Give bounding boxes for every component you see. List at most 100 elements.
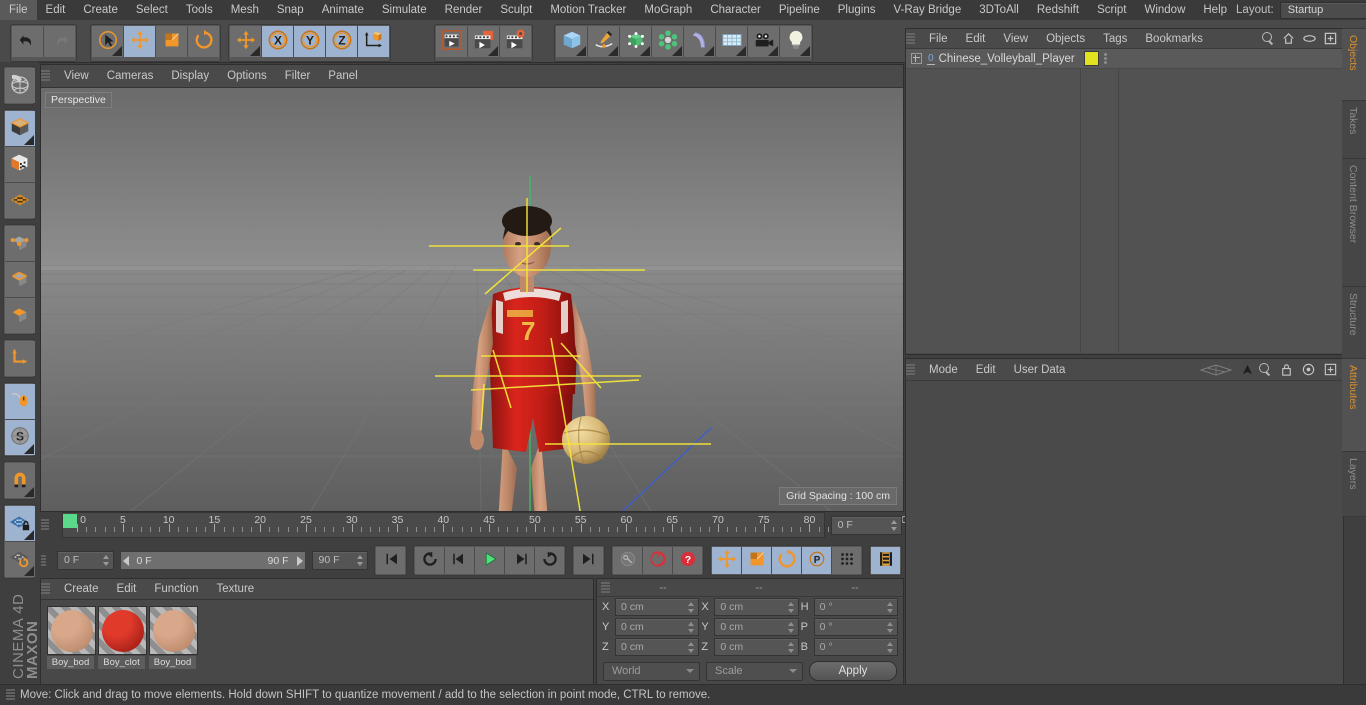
- add-camera-button[interactable]: [748, 26, 780, 57]
- autokeying-button[interactable]: [613, 547, 643, 574]
- spinner-icon[interactable]: [102, 555, 110, 566]
- spinner-icon[interactable]: [886, 601, 894, 613]
- menu-item-plugins[interactable]: Plugins: [829, 0, 885, 20]
- rotate-button[interactable]: [188, 26, 219, 57]
- add-light-button[interactable]: [780, 26, 811, 57]
- menu-item-help[interactable]: Help: [1194, 0, 1236, 20]
- timeline-ruler[interactable]: 051015202530354045505560657075808590: [62, 512, 907, 538]
- record-pla-button[interactable]: P: [802, 547, 832, 574]
- rotation-field[interactable]: 0 °: [813, 638, 898, 656]
- size-field[interactable]: 0 cm: [714, 598, 799, 616]
- keyframe-help-button[interactable]: ?: [673, 547, 702, 574]
- home-icon[interactable]: [1281, 31, 1296, 46]
- object-menu-tags[interactable]: Tags: [1094, 29, 1136, 49]
- viewport-solo-button[interactable]: [5, 384, 35, 420]
- new-window-icon[interactable]: [1323, 362, 1338, 377]
- material-menu-create[interactable]: Create: [55, 579, 108, 599]
- spinner-icon[interactable]: [688, 621, 695, 633]
- object-menu-objects[interactable]: Objects: [1037, 29, 1094, 49]
- new-window-icon[interactable]: [1323, 31, 1338, 46]
- menu-item-select[interactable]: Select: [127, 0, 177, 20]
- add-array-button[interactable]: [652, 26, 684, 57]
- enable-snap-button[interactable]: [5, 463, 35, 498]
- spinner-icon[interactable]: [688, 601, 695, 613]
- panel-grip-icon[interactable]: [906, 363, 915, 376]
- add-generator-button[interactable]: [620, 26, 652, 57]
- scale-button[interactable]: [156, 26, 188, 57]
- material-slot[interactable]: Boy_bod: [47, 606, 96, 669]
- material-slot[interactable]: Boy_bod: [149, 606, 198, 669]
- undo-button[interactable]: [12, 26, 44, 57]
- next-frame-button[interactable]: [505, 547, 535, 574]
- end-frame-field[interactable]: 90 F: [311, 551, 368, 570]
- menu-item-snap[interactable]: Snap: [268, 0, 313, 20]
- tab-content-browser[interactable]: Content Browser: [1342, 158, 1366, 287]
- material-thumbnail[interactable]: [98, 606, 147, 655]
- coordinate-system-dropdown[interactable]: World: [603, 661, 700, 681]
- add-bend-deformer-button[interactable]: [684, 26, 716, 57]
- current-frame-field[interactable]: 0 F: [830, 515, 902, 535]
- menu-item-file[interactable]: File: [0, 0, 37, 20]
- edges-mode-button[interactable]: [5, 262, 35, 298]
- move-secondary-button[interactable]: [230, 26, 262, 57]
- add-spline-button[interactable]: [588, 26, 620, 57]
- menu-item-character[interactable]: Character: [701, 0, 770, 20]
- tab-attributes[interactable]: Attributes: [1342, 358, 1366, 452]
- menu-item-pipeline[interactable]: Pipeline: [770, 0, 829, 20]
- record-scale-button[interactable]: [742, 547, 772, 574]
- size-field[interactable]: 0 cm: [714, 618, 799, 636]
- viewport-menu-view[interactable]: View: [55, 66, 98, 86]
- viewport-menu-display[interactable]: Display: [162, 66, 218, 86]
- object-menu-view[interactable]: View: [994, 29, 1037, 49]
- position-field[interactable]: 0 cm: [615, 638, 700, 656]
- apply-button[interactable]: Apply: [809, 661, 897, 681]
- previous-frame-button[interactable]: [445, 547, 475, 574]
- points-mode-button[interactable]: [5, 226, 35, 262]
- spinner-icon[interactable]: [787, 641, 795, 653]
- go-to-start-button[interactable]: [376, 547, 405, 574]
- world-object-coordinates-button[interactable]: [358, 26, 389, 57]
- spinner-icon[interactable]: [357, 555, 364, 566]
- material-thumbnail[interactable]: [149, 606, 198, 655]
- range-left-handle-icon[interactable]: [122, 555, 129, 566]
- coordinate-mode-dropdown[interactable]: Scale: [706, 661, 803, 681]
- make-editable-button[interactable]: [5, 68, 35, 103]
- object-menu-bookmarks[interactable]: Bookmarks: [1136, 29, 1212, 49]
- panel-grip-icon[interactable]: [601, 581, 610, 594]
- soft-selection-button[interactable]: S: [5, 420, 35, 455]
- status-grip-icon[interactable]: [6, 689, 15, 701]
- attribute-menu-mode[interactable]: Mode: [920, 360, 967, 380]
- render-view-button[interactable]: [436, 26, 468, 57]
- enable-axis-button[interactable]: [5, 341, 35, 376]
- viewport-menu-filter[interactable]: Filter: [276, 66, 320, 86]
- object-name[interactable]: Chinese_Volleyball_Player: [939, 53, 1075, 65]
- search-icon[interactable]: [1258, 362, 1272, 377]
- menu-item-create[interactable]: Create: [74, 0, 127, 20]
- rotation-field[interactable]: 0 °: [813, 618, 898, 636]
- menu-item-motion-tracker[interactable]: Motion Tracker: [541, 0, 635, 20]
- render-settings-button[interactable]: [500, 26, 531, 57]
- panel-grip-icon[interactable]: [41, 70, 50, 82]
- menu-item-window[interactable]: Window: [1135, 0, 1194, 20]
- viewport-view-label[interactable]: Perspective: [45, 92, 112, 108]
- timeline-button[interactable]: [871, 547, 900, 574]
- arrow-up-icon[interactable]: [1240, 362, 1255, 377]
- spinner-icon[interactable]: [787, 621, 795, 633]
- play-button[interactable]: [475, 547, 505, 574]
- tab-layers[interactable]: Layers: [1342, 451, 1366, 517]
- position-field[interactable]: 0 cm: [615, 618, 700, 636]
- timeline-playhead[interactable]: [63, 514, 78, 528]
- model-mode-button[interactable]: [5, 111, 35, 147]
- menu-item-animate[interactable]: Animate: [313, 0, 373, 20]
- redo-button[interactable]: [44, 26, 75, 57]
- go-to-end-button[interactable]: [574, 547, 603, 574]
- size-field[interactable]: 0 cm: [714, 638, 799, 656]
- material-menu-edit[interactable]: Edit: [108, 579, 146, 599]
- lock-icon[interactable]: [1279, 362, 1294, 377]
- start-frame-field[interactable]: 0 F: [57, 551, 114, 570]
- add-floor-button[interactable]: [716, 26, 748, 57]
- menu-item-edit[interactable]: Edit: [37, 0, 75, 20]
- spinner-icon[interactable]: [891, 519, 898, 531]
- keyframe-selection-button[interactable]: [832, 547, 861, 574]
- range-right-handle-icon[interactable]: [296, 555, 303, 566]
